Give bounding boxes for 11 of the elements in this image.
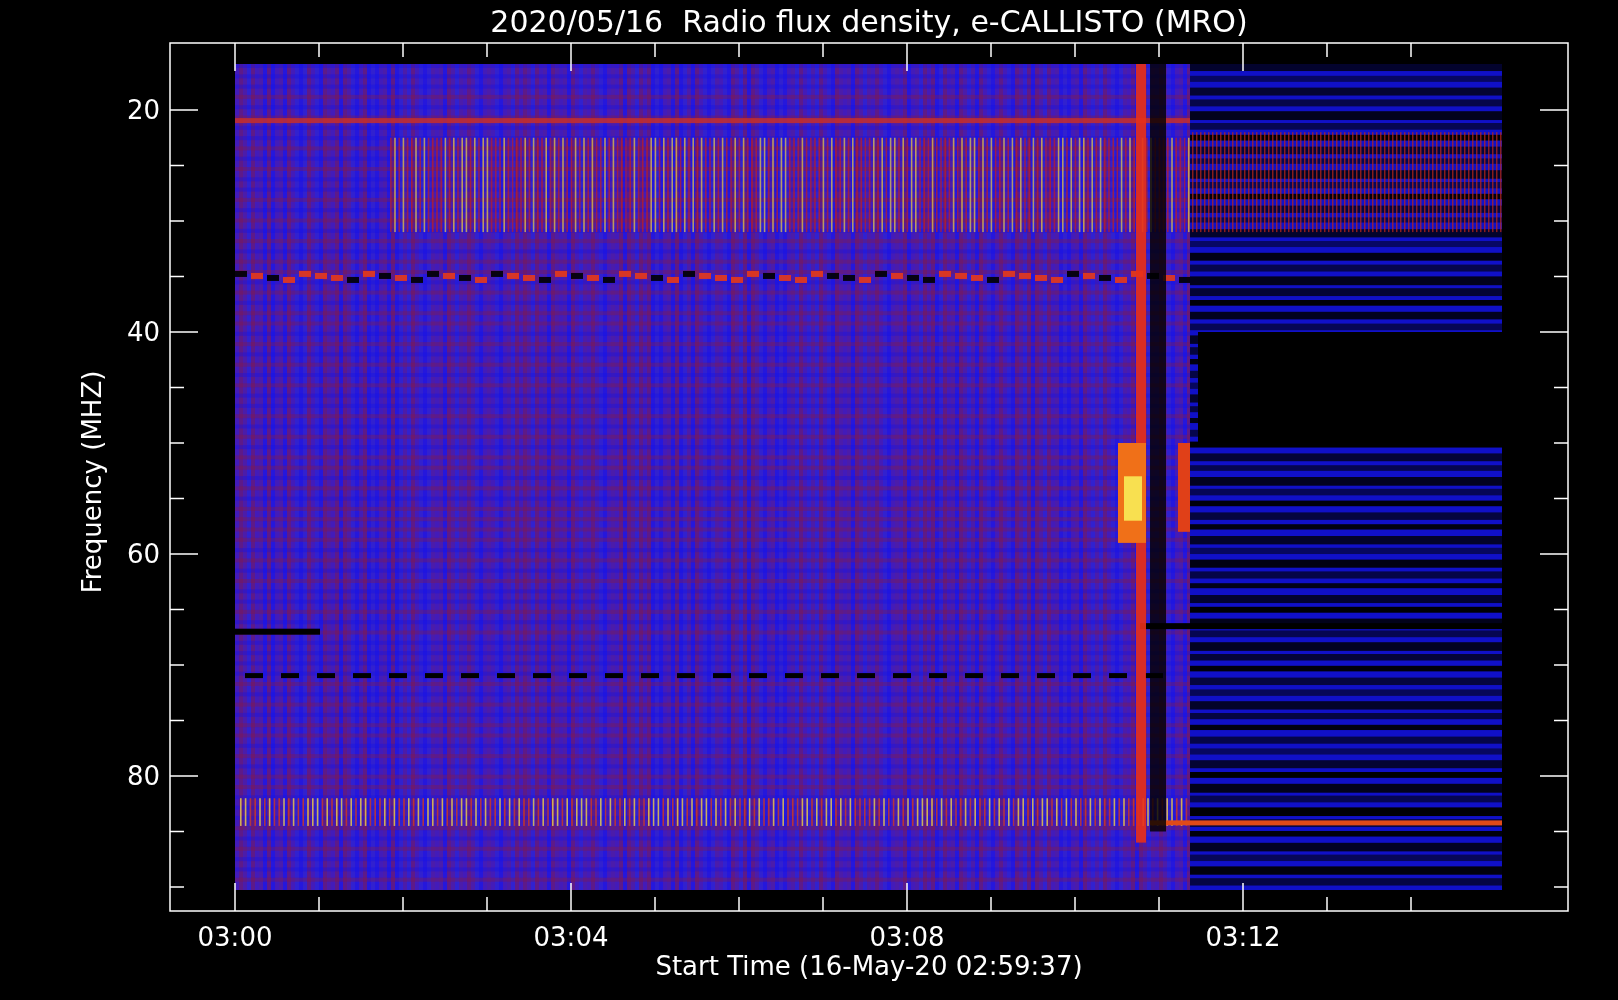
chart-title: 2020/05/16 Radio flux density, e-CALLISTO (MRO)	[490, 4, 1248, 39]
y-tick-label: 80	[126, 761, 160, 791]
y-axis-title: Frequency (MHZ)	[77, 370, 107, 594]
y-tick-label: 20	[126, 95, 160, 125]
x-tick-label: 03:04	[533, 922, 609, 952]
x-tick-label: 03:12	[1205, 922, 1281, 952]
x-axis-title: Start Time (16-May-20 02:59:37)	[655, 951, 1083, 981]
y-tick-label: 40	[126, 317, 160, 347]
x-tick-label: 03:00	[197, 922, 273, 952]
y-tick-label: 60	[126, 539, 160, 569]
x-tick-label: 03:08	[869, 922, 945, 952]
